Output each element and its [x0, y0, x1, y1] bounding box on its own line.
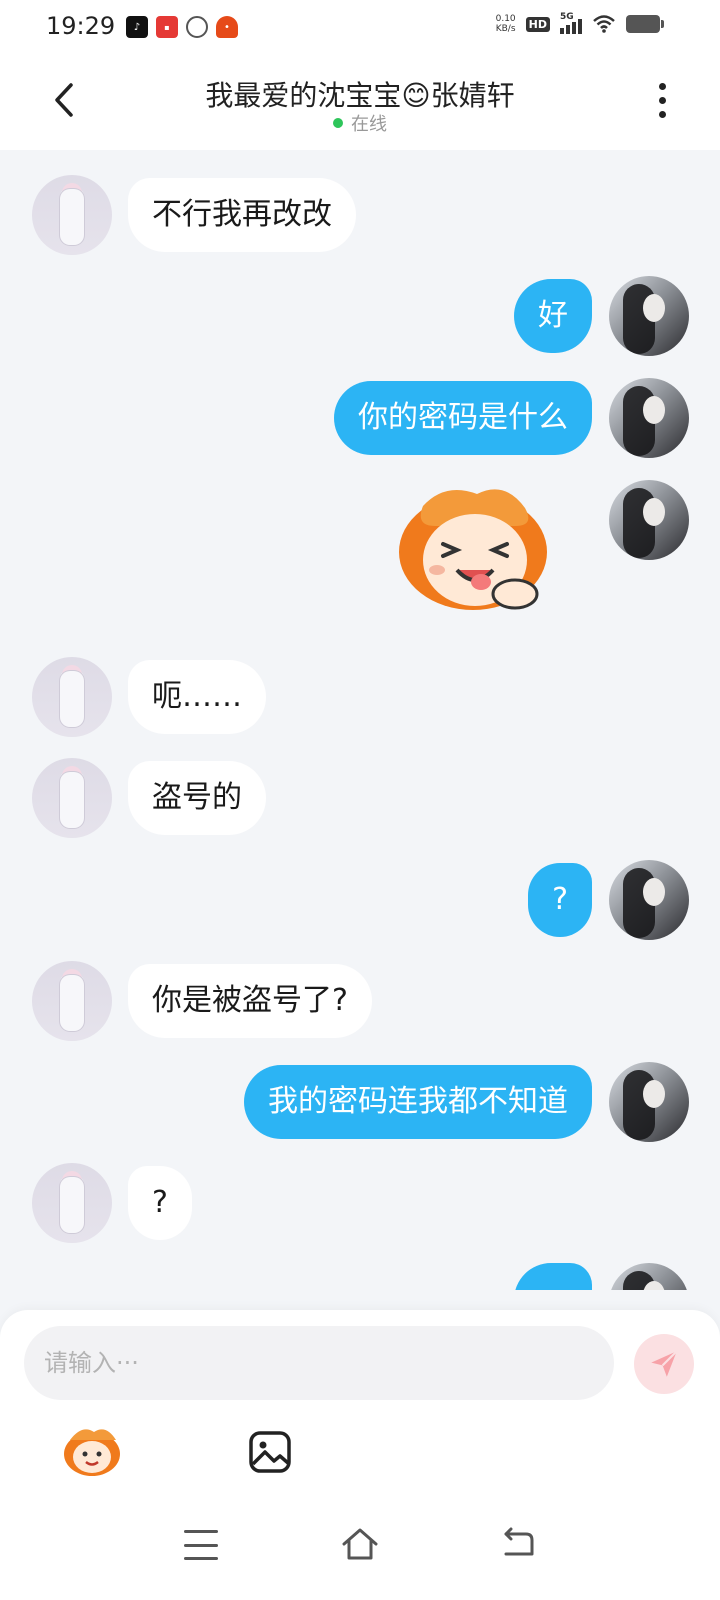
cell-signal-icon: 5G [560, 12, 582, 34]
message-input[interactable] [24, 1326, 614, 1400]
contact-avatar[interactable] [32, 1163, 112, 1243]
contact-avatar[interactable] [32, 961, 112, 1041]
network-speed-unit: KB/s [495, 24, 516, 34]
my-avatar[interactable] [609, 276, 689, 356]
chat-header: 我最爱的沈宝宝😊张婧轩 在线 [0, 56, 720, 150]
message-row: 不行我再改改 [0, 175, 720, 255]
network-type-label: 5G [560, 12, 574, 22]
menu-line-icon [184, 1530, 218, 1533]
network-speed: 0.10 KB/s [496, 14, 516, 34]
message-bubble[interactable]: 你的密码是什么 [334, 381, 592, 455]
system-nav-bar [0, 1500, 720, 1600]
message-list[interactable]: 不行我再改改 好 你的密码是什么 呃…… 盗号的 ? 你是被盗号了? 我的密码连… [0, 150, 720, 1290]
message-row: 呃…… [0, 657, 720, 737]
my-avatar[interactable] [609, 1062, 689, 1142]
hd-icon: HD [525, 16, 550, 32]
my-avatar[interactable] [609, 860, 689, 940]
contact-avatar[interactable] [32, 175, 112, 255]
more-options-button[interactable] [642, 78, 682, 122]
online-dot-icon [333, 118, 343, 128]
message-row: 好 [0, 276, 720, 356]
message-bubble[interactable]: ? [128, 1166, 192, 1240]
send-button[interactable] [634, 1334, 694, 1394]
status-app-icons: ♪ ▪ • [126, 16, 238, 38]
link-icon [186, 16, 208, 38]
status-bar: 19:29 ♪ ▪ • 0.10 KB/s HD 5G [0, 0, 720, 56]
message-row [0, 480, 720, 620]
network-speed-value: 0.10 [495, 14, 516, 24]
news-icon: ▪ [156, 16, 178, 38]
message-bubble[interactable]: ? [528, 863, 592, 937]
message-row: ? [0, 860, 720, 940]
message-bubble[interactable]: 盗号的 [128, 761, 266, 835]
image-icon[interactable] [248, 1430, 292, 1474]
menu-line-icon [184, 1543, 218, 1547]
tiktok-icon: ♪ [126, 16, 148, 38]
message-bubble[interactable]: 好 [514, 279, 592, 353]
online-status-label: 在线 [351, 114, 387, 135]
message-bubble[interactable]: 呃…… [128, 660, 266, 734]
message-row: 你是被盗号了? [0, 961, 720, 1041]
laughing-orange-hair-sticker[interactable] [395, 486, 555, 616]
battery-icon [626, 15, 664, 33]
send-icon [651, 1350, 678, 1377]
chat-title: 我最爱的沈宝宝😊张婧轩 [205, 79, 515, 112]
my-avatar[interactable] [609, 378, 689, 458]
message-bubble-partial[interactable] [514, 1263, 592, 1290]
more-dot-icon [658, 96, 666, 104]
message-row: ? [0, 1163, 720, 1243]
contact-avatar[interactable] [32, 758, 112, 838]
more-dot-icon [658, 110, 666, 118]
message-row: 你的密码是什么 [0, 378, 720, 458]
status-time: 19:29 [46, 12, 116, 40]
message-bubble[interactable]: 不行我再改改 [128, 178, 356, 252]
contact-avatar[interactable] [32, 657, 112, 737]
message-bubble[interactable]: 我的密码连我都不知道 [244, 1065, 592, 1139]
wifi-icon [593, 15, 615, 33]
my-avatar[interactable] [609, 1263, 689, 1290]
home-icon[interactable] [340, 1524, 380, 1564]
message-row: 我的密码连我都不知道 [0, 1062, 720, 1142]
recent-apps-button[interactable] [184, 1530, 218, 1560]
back-nav-icon[interactable] [500, 1526, 536, 1562]
my-avatar[interactable] [609, 480, 689, 560]
message-bubble[interactable]: 你是被盗号了? [128, 964, 372, 1038]
message-row: 盗号的 [0, 758, 720, 838]
menu-line-icon [184, 1557, 218, 1560]
emoji-sticker-icon[interactable] [60, 1424, 124, 1478]
online-status: 在线 [0, 110, 720, 136]
more-dot-icon [658, 82, 666, 90]
message-row-partial [0, 1263, 720, 1290]
status-indicators: 0.10 KB/s HD 5G [496, 12, 664, 34]
robot-icon: • [216, 16, 238, 38]
